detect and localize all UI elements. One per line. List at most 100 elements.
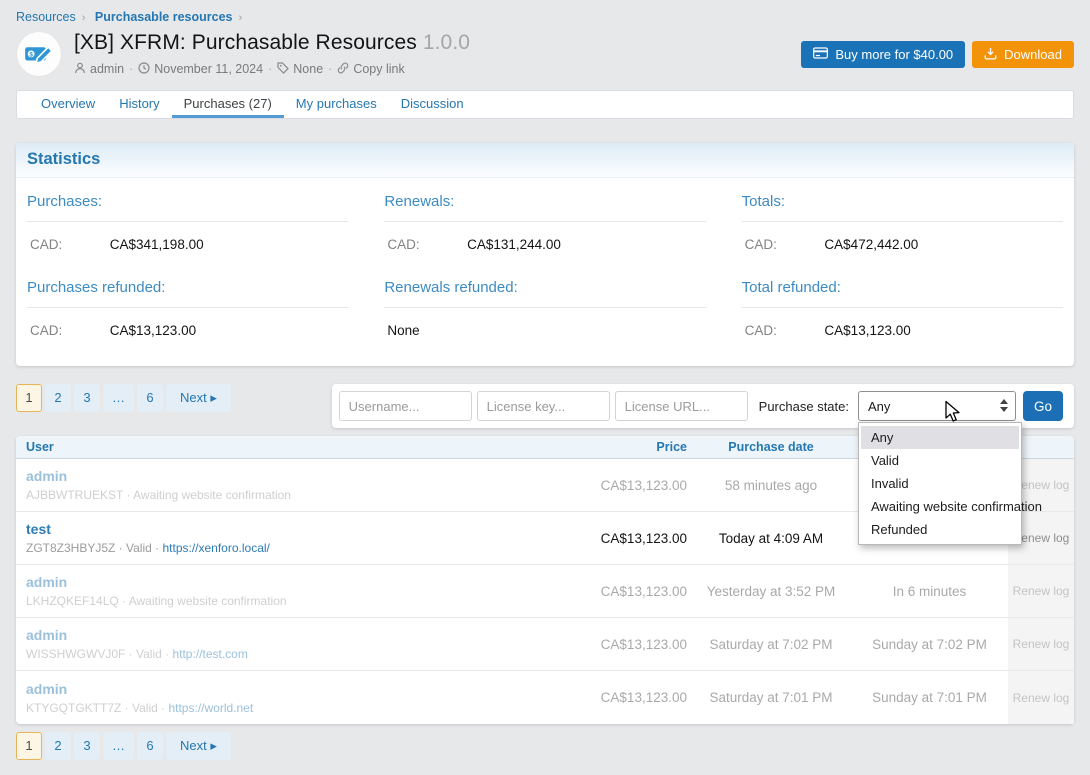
- page-number[interactable]: 2: [45, 732, 71, 760]
- copy-link-meta: Copy link: [337, 62, 404, 76]
- download-button[interactable]: Download: [972, 41, 1074, 68]
- purchaser-username-link[interactable]: admin: [26, 468, 67, 484]
- clock-icon: [138, 62, 150, 76]
- purchase-date: Yesterday at 3:52 PM: [691, 584, 851, 599]
- dropdown-option[interactable]: Awaiting website confirmation: [861, 495, 1019, 518]
- purchase-date: Today at 4:09 AM: [691, 531, 851, 546]
- page-number[interactable]: 2: [45, 384, 71, 412]
- pagination-bottom: 1 2 3 … 6 Next ▸: [16, 732, 1074, 760]
- author-link[interactable]: admin: [90, 62, 124, 76]
- column-header-price: Price: [556, 440, 691, 454]
- renew-log-link[interactable]: Renew log: [1013, 691, 1070, 705]
- purchase-price: CA$13,123.00: [556, 478, 691, 493]
- page-number[interactable]: 3: [74, 384, 100, 412]
- tab[interactable]: Discussion: [389, 91, 476, 118]
- license-key-input[interactable]: [477, 391, 610, 421]
- statistic-value: CA$13,123.00: [110, 323, 196, 338]
- statistic-cell: Total refunded: CAD: CA$13,123.00: [742, 266, 1063, 352]
- statistic-currency-label: CAD:: [745, 323, 821, 338]
- statistic-value: CA$341,198.00: [110, 237, 204, 252]
- expiry-date: In 6 minutes: [851, 584, 1008, 599]
- page-number[interactable]: …: [103, 384, 134, 412]
- page-number[interactable]: 6: [137, 384, 163, 412]
- license-url-link[interactable]: https://world.net: [168, 701, 253, 715]
- breadcrumb-separator: ›: [82, 12, 86, 24]
- next-page-button[interactable]: Next ▸: [166, 732, 231, 760]
- buy-more-button[interactable]: Buy more for $40.00: [801, 41, 965, 68]
- link-icon: [337, 62, 349, 76]
- pagination-top: 1 2 3 … 6 Next ▸: [16, 384, 231, 412]
- purchaser-username-link[interactable]: admin: [26, 574, 67, 590]
- select-spinner-icon: [1000, 399, 1008, 412]
- dropdown-option[interactable]: Valid: [861, 449, 1019, 472]
- svg-text:$: $: [29, 51, 33, 58]
- purchase-date: 58 minutes ago: [691, 478, 851, 493]
- license-info: KTYGQTGKTT7Z · Valid · https://world.net: [26, 701, 546, 715]
- tab[interactable]: Purchases (27): [172, 91, 284, 118]
- breadcrumb: Resources › Purchasable resources ›: [16, 10, 1074, 24]
- purchaser-username-link[interactable]: test: [26, 521, 51, 537]
- date-meta: November 11, 2024: [138, 62, 263, 76]
- column-header-user: User: [16, 436, 556, 458]
- download-icon: [984, 47, 997, 63]
- purchase-state-select[interactable]: Any: [858, 391, 1016, 421]
- renew-log-link[interactable]: Renew log: [1013, 637, 1070, 651]
- statistic-cell: Totals: CAD: CA$472,442.00: [742, 180, 1063, 266]
- page-title: [XB] XFRM: Purchasable Resources1.0.0: [74, 31, 801, 55]
- page-number[interactable]: 1: [16, 732, 42, 760]
- statistic-heading: Totals:: [742, 180, 1063, 222]
- tab[interactable]: History: [107, 91, 171, 118]
- tab[interactable]: Overview: [29, 91, 107, 118]
- statistic-currency-label: CAD:: [30, 237, 106, 252]
- statistics-block: Statistics Purchases: CAD: CA$341,198.00…: [16, 143, 1074, 366]
- license-url-link[interactable]: http://test.com: [172, 647, 247, 661]
- page: Resources › Purchasable resources › $ [XB]…: [0, 0, 1090, 760]
- statistic-cell: Renewals: CAD: CA$131,244.00: [384, 180, 705, 266]
- license-info: AJBBWTRUEKST · Awaiting website confirma…: [26, 488, 546, 502]
- statistic-cell: Purchases: CAD: CA$341,198.00: [27, 180, 348, 266]
- purchaser-username-link[interactable]: admin: [26, 681, 67, 697]
- user-icon: [74, 62, 86, 76]
- page-number[interactable]: …: [103, 732, 134, 760]
- statistics-grid: Purchases: CAD: CA$341,198.00 Renewals: …: [16, 178, 1074, 366]
- page-number[interactable]: 3: [74, 732, 100, 760]
- credit-card-icon: [813, 47, 828, 62]
- resource-meta: admin · November 11, 2024 · None · Copy …: [74, 62, 801, 76]
- username-input[interactable]: [339, 391, 472, 421]
- tag-icon: [277, 62, 289, 76]
- expiry-date: Sunday at 7:01 PM: [851, 690, 1008, 705]
- tab[interactable]: My purchases: [284, 91, 389, 118]
- copy-link-button[interactable]: Copy link: [353, 62, 404, 76]
- license-url-input[interactable]: [615, 391, 748, 421]
- dropdown-option[interactable]: Any: [861, 426, 1019, 449]
- purchase-state-dropdown: Any Valid Invalid Awaiting website confi…: [858, 422, 1022, 545]
- statistic-value: CA$13,123.00: [824, 323, 910, 338]
- purchase-date: Saturday at 7:02 PM: [691, 637, 851, 652]
- resource-header: $ [XB] XFRM: Purchasable Resources1.0.0 …: [16, 31, 1074, 77]
- resource-version: 1.0.0: [423, 31, 470, 54]
- statistic-cell: Renewals refunded: None: [384, 266, 705, 352]
- purchase-filter-bar: Purchase state: Any Any Valid Invalid Aw…: [332, 384, 1074, 428]
- renew-log-link[interactable]: Renew log: [1013, 584, 1070, 598]
- breadcrumb-link[interactable]: Purchasable resources: [95, 10, 233, 24]
- resource-date: November 11, 2024: [154, 62, 263, 76]
- purchase-price: CA$13,123.00: [556, 690, 691, 705]
- purchaser-username-link[interactable]: admin: [26, 627, 67, 643]
- author-meta: admin: [74, 62, 124, 76]
- statistic-currency-label: CAD:: [387, 237, 463, 252]
- expiry-date: Sunday at 7:02 PM: [851, 637, 1008, 652]
- statistic-cell: Purchases refunded: CAD: CA$13,123.00: [27, 266, 348, 352]
- renew-log-cell: Renew log: [1008, 565, 1074, 617]
- breadcrumb-separator: ›: [238, 12, 242, 24]
- page-number[interactable]: 6: [137, 732, 163, 760]
- page-number[interactable]: 1: [16, 384, 42, 412]
- breadcrumb-link[interactable]: Resources: [16, 10, 76, 24]
- dropdown-option[interactable]: Refunded: [861, 518, 1019, 541]
- purchase-price: CA$13,123.00: [556, 584, 691, 599]
- license-url-link[interactable]: https://xenforo.local/: [162, 541, 269, 555]
- go-button[interactable]: Go: [1023, 391, 1063, 421]
- statistic-heading: Purchases:: [27, 180, 348, 222]
- next-page-button[interactable]: Next ▸: [166, 384, 231, 412]
- table-row: admin LKHZQKEF14LQ · Awaiting website co…: [16, 565, 1074, 618]
- dropdown-option[interactable]: Invalid: [861, 472, 1019, 495]
